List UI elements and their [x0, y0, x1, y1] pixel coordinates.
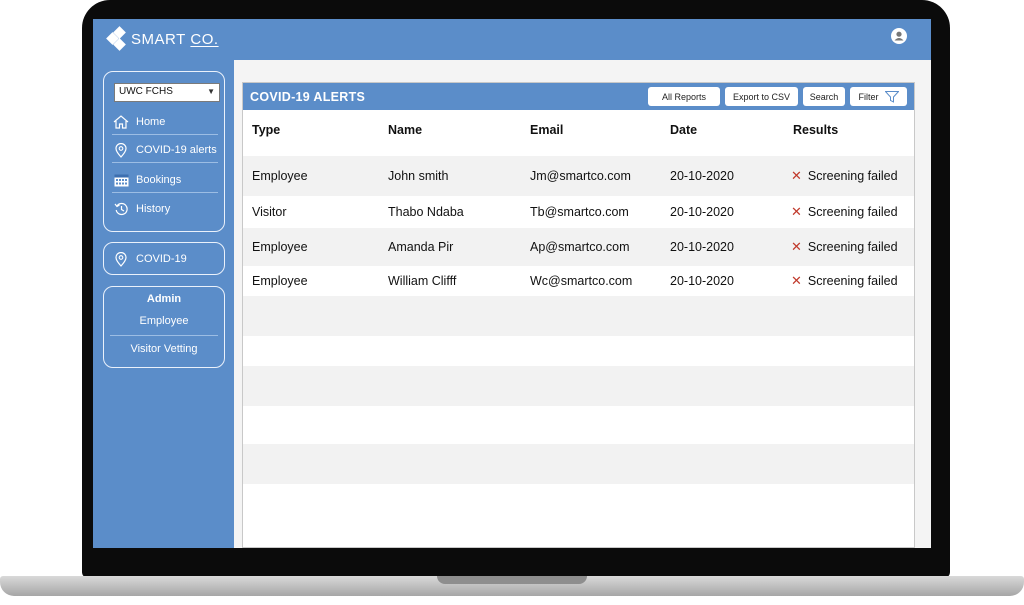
- sidebar-item-covid[interactable]: COVID-19: [112, 247, 218, 271]
- cell-name: John smith: [388, 169, 449, 183]
- calendar-icon: [112, 172, 130, 188]
- home-icon: [112, 114, 130, 130]
- table-row[interactable]: Employee William Clifff Wc@smartco.com 2…: [243, 266, 914, 296]
- cell-name: William Clifff: [388, 274, 457, 288]
- cell-date: 20-10-2020: [670, 205, 734, 219]
- cell-type: Visitor: [252, 205, 287, 219]
- user-profile-button[interactable]: [891, 28, 907, 44]
- sidebar-item-home[interactable]: Home: [112, 110, 218, 135]
- search-button[interactable]: Search: [803, 87, 845, 106]
- column-header-email[interactable]: Email: [530, 110, 563, 150]
- result-text: Screening failed: [807, 205, 898, 219]
- empty-row: [243, 366, 914, 406]
- cell-date: 20-10-2020: [670, 274, 734, 288]
- main-nav-panel: UWC FCHS ▼ Home COVID-19 alerts Bookings…: [103, 71, 225, 232]
- all-reports-button[interactable]: All Reports: [648, 87, 720, 106]
- cell-date: 20-10-2020: [670, 169, 734, 183]
- table-row[interactable]: Employee John smith Jm@smartco.com 20-10…: [243, 156, 914, 196]
- app-screen: SMART CO. UWC FCHS ▼ Home COVID-19 alert…: [93, 19, 931, 548]
- admin-heading: Admin: [146, 293, 182, 305]
- column-header-results[interactable]: Results: [793, 110, 838, 150]
- table-row[interactable]: Visitor Thabo Ndaba Tb@smartco.com 20-10…: [243, 196, 914, 228]
- table-row[interactable]: Employee Amanda Pir Ap@smartco.com 20-10…: [243, 228, 914, 266]
- empty-row: [243, 296, 914, 336]
- sidebar-item-label: Home: [136, 116, 166, 128]
- empty-row: [243, 336, 914, 366]
- result-text: Screening failed: [807, 169, 898, 183]
- sidebar-item-label: COVID-19 alerts: [136, 144, 217, 156]
- chevron-down-icon: ▼: [207, 87, 215, 96]
- cell-type: Employee: [252, 274, 308, 288]
- diamond-logo-icon: [106, 26, 129, 51]
- sidebar-item-label: History: [136, 203, 171, 215]
- column-header-type[interactable]: Type: [252, 110, 280, 150]
- empty-row: [243, 444, 914, 484]
- admin-panel: Admin Employee Visitor Vetting: [103, 286, 225, 368]
- admin-item-employee[interactable]: Employee: [110, 308, 218, 334]
- cell-email: Tb@smartco.com: [530, 205, 629, 219]
- cell-date: 20-10-2020: [670, 240, 734, 254]
- location-pin-icon: [112, 142, 130, 158]
- user-avatar-icon: [892, 29, 906, 43]
- cell-email: Ap@smartco.com: [530, 240, 630, 254]
- cell-name: Thabo Ndaba: [388, 205, 464, 219]
- table-header-row: Type Name Email Date Results: [243, 110, 914, 150]
- sidebar-item-label: COVID-19: [136, 253, 187, 265]
- location-select-value: UWC FCHS: [119, 86, 173, 97]
- filter-icon: [884, 90, 899, 103]
- cell-email: Wc@smartco.com: [530, 274, 633, 288]
- result-text: Screening failed: [807, 240, 898, 254]
- export-csv-button[interactable]: Export to CSV: [725, 87, 798, 106]
- admin-item-label: Employee: [139, 315, 189, 327]
- brand-logo[interactable]: SMART CO.: [106, 26, 219, 51]
- laptop-notch: [437, 576, 587, 584]
- filter-button-label: Filter: [858, 91, 879, 102]
- cell-type: Employee: [252, 240, 308, 254]
- close-x-icon: ✕: [791, 273, 802, 288]
- admin-item-visitor-vetting[interactable]: Visitor Vetting: [110, 335, 218, 362]
- card-header: COVID-19 ALERTS All Reports Export to CS…: [243, 83, 914, 110]
- sidebar-item-history[interactable]: History: [112, 197, 218, 221]
- page-title: COVID-19 ALERTS: [250, 90, 366, 104]
- result-text: Screening failed: [807, 274, 898, 288]
- sidebar: UWC FCHS ▼ Home COVID-19 alerts Bookings…: [93, 60, 234, 548]
- column-header-name[interactable]: Name: [388, 110, 422, 150]
- cell-type: Employee: [252, 169, 308, 183]
- close-x-icon: ✕: [791, 168, 802, 183]
- history-icon: [112, 201, 130, 217]
- covid-panel: COVID-19: [103, 242, 225, 275]
- empty-row: [243, 406, 914, 444]
- sidebar-item-label: Bookings: [136, 174, 182, 186]
- location-pin-icon: [112, 251, 130, 267]
- cell-result: ✕ Screening failed: [791, 266, 898, 296]
- cell-email: Jm@smartco.com: [530, 169, 631, 183]
- brand-name: SMART CO.: [131, 30, 219, 48]
- sidebar-item-covid-alerts[interactable]: COVID-19 alerts: [112, 138, 218, 163]
- cell-result: ✕ Screening failed: [791, 228, 898, 266]
- cell-name: Amanda Pir: [388, 240, 454, 254]
- top-bar: SMART CO.: [93, 19, 931, 60]
- sidebar-item-bookings[interactable]: Bookings: [112, 168, 218, 193]
- cell-result: ✕ Screening failed: [791, 196, 898, 228]
- cell-result: ✕ Screening failed: [791, 156, 898, 196]
- location-select[interactable]: UWC FCHS ▼: [114, 83, 220, 102]
- close-x-icon: ✕: [791, 239, 802, 254]
- filter-button[interactable]: Filter: [850, 87, 907, 106]
- covid-alerts-card: COVID-19 ALERTS All Reports Export to CS…: [242, 82, 915, 548]
- close-x-icon: ✕: [791, 204, 802, 219]
- column-header-date[interactable]: Date: [670, 110, 697, 150]
- admin-item-label: Visitor Vetting: [130, 343, 198, 355]
